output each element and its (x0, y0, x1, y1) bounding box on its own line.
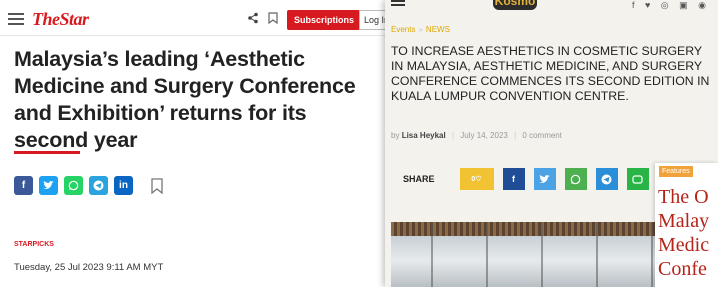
menu-icon[interactable] (8, 13, 24, 25)
meta-by: by (391, 131, 400, 140)
author-link[interactable]: Lisa Heykal (402, 131, 446, 140)
whatsapp-icon[interactable] (564, 168, 587, 190)
bookmark-icon[interactable] (151, 177, 163, 194)
article-headline: Malaysia’s leading ‘Aesthetic Medicine a… (14, 47, 356, 152)
article-meta: by Lisa Heykal | July 14, 2023 | 0 comme… (391, 131, 562, 140)
facebook-icon[interactable]: f (14, 176, 33, 195)
article-date: July 14, 2023 (460, 131, 508, 140)
features-card[interactable]: Features The O Malay Medic Confe (655, 163, 718, 287)
breadcrumb: Events» NEWS (391, 25, 450, 34)
linkedin-icon[interactable]: in (114, 176, 133, 195)
top-bar: Kosmo f ♥ ◎ ▣ ◉ (385, 0, 718, 20)
twitter-icon[interactable] (533, 168, 556, 190)
telegram-icon[interactable] (89, 176, 108, 195)
line-icon[interactable] (626, 168, 649, 190)
like-button[interactable]: 0♡ (459, 168, 494, 190)
telegram-icon[interactable] (595, 168, 618, 190)
social-share-bar: f in (14, 176, 163, 195)
twitter-icon[interactable] (39, 176, 58, 195)
top-bar: TheStar Subscriptions Log In (0, 0, 399, 36)
breadcrumb-news[interactable]: NEWS (426, 25, 450, 34)
publish-dateline: Tuesday, 25 Jul 2023 9:11 AM MYT (14, 262, 164, 273)
features-card-title: The O Malay Medic Confe (658, 186, 710, 280)
header-social-icons[interactable]: f ♥ ◎ ▣ ◉ (632, 0, 710, 11)
category-kicker[interactable]: STARPICKS (14, 241, 54, 248)
menu-icon[interactable] (391, 0, 405, 6)
kosmo-logo[interactable]: Kosmo (493, 0, 537, 10)
thestar-panel: TheStar Subscriptions Log In Malaysia’s … (0, 0, 399, 287)
whatsapp-icon[interactable] (64, 176, 83, 195)
share-icon[interactable] (247, 12, 259, 24)
share-bar: SHARE 0♡ f (403, 168, 649, 190)
bookmark-icon[interactable] (268, 12, 278, 24)
headline-underline (14, 151, 80, 154)
breadcrumb-events[interactable]: Events (391, 25, 415, 34)
features-tag[interactable]: Features (659, 166, 693, 177)
subscriptions-button[interactable]: Subscriptions (287, 10, 362, 30)
thestar-logo[interactable]: TheStar (32, 9, 89, 30)
share-label: SHARE (403, 174, 435, 184)
comment-count[interactable]: 0 comment (522, 131, 562, 140)
facebook-icon[interactable]: f (502, 168, 525, 190)
article-title: TO INCREASE AESTHETICS IN COSMETIC SURGE… (391, 44, 710, 103)
